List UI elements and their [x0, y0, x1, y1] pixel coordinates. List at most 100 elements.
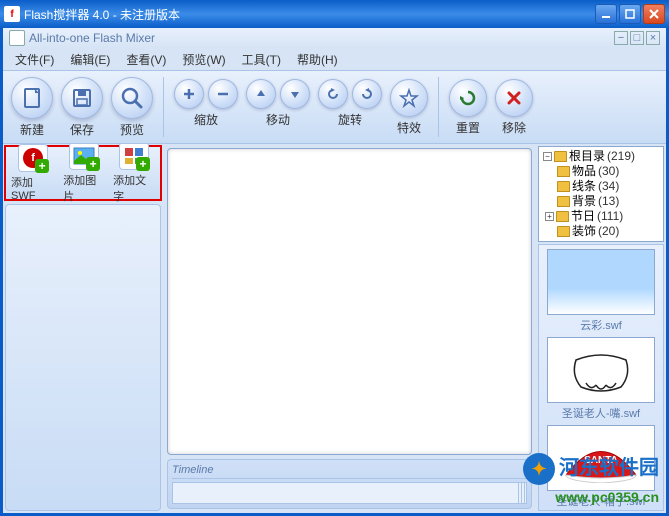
- menu-bar: 文件(F) 编辑(E) 查看(V) 预览(W) 工具(T) 帮助(H): [3, 48, 666, 70]
- menu-tools[interactable]: 工具(T): [236, 49, 287, 70]
- thumbnail-item[interactable]: SANTA 圣诞老人-帽子.swf: [545, 425, 657, 509]
- rotate-label: 旋转: [338, 111, 362, 128]
- move-group: 移动: [244, 77, 312, 138]
- thumbnail-item[interactable]: 圣诞老人-嘴.swf: [545, 337, 657, 421]
- minimize-button[interactable]: [595, 4, 617, 24]
- menu-preview[interactable]: 预览(W): [176, 49, 231, 70]
- rotate-ccw-button[interactable]: [318, 79, 348, 109]
- minus-icon: [216, 87, 230, 101]
- new-button[interactable]: 新建: [9, 75, 55, 140]
- thumbnail-caption: 圣诞老人-嘴.swf: [562, 405, 640, 421]
- delete-label: 移除: [502, 119, 526, 136]
- magnifier-icon: [120, 86, 144, 110]
- move-down-button[interactable]: [280, 79, 310, 109]
- tree-node-label: 装饰: [572, 224, 596, 239]
- zoom-group: 缩放: [172, 77, 240, 138]
- rotate-ccw-icon: [326, 87, 340, 101]
- menu-view[interactable]: 查看(V): [120, 49, 172, 70]
- inner-minimize-button[interactable]: −: [614, 31, 628, 45]
- menu-file[interactable]: 文件(F): [9, 49, 60, 70]
- effect-button[interactable]: 特效: [388, 77, 430, 138]
- menu-help[interactable]: 帮助(H): [291, 49, 344, 70]
- add-toolbar: f+ 添加SWF + 添加图片 + 添加文字: [4, 145, 162, 201]
- menu-edit[interactable]: 编辑(E): [64, 49, 116, 70]
- inner-maximize-button[interactable]: □: [630, 31, 644, 45]
- tree-node-label: 线条: [572, 179, 596, 194]
- save-button[interactable]: 保存: [59, 75, 105, 140]
- thumbnail-caption: 云彩.swf: [580, 317, 622, 333]
- tree-node-label: 背景: [572, 194, 596, 209]
- tree-node-label: 物品: [572, 164, 596, 179]
- tree-node-decoration[interactable]: 装饰(20): [541, 224, 661, 239]
- toolbar-separator: [163, 77, 164, 137]
- arrow-up-icon: [255, 88, 267, 100]
- tree-node-holiday[interactable]: + 节日(111): [541, 209, 661, 224]
- zoom-in-button[interactable]: [174, 79, 204, 109]
- window-title: Flash搅拌器 4.0 - 未注册版本: [24, 6, 595, 23]
- thumbnail-item[interactable]: 云彩.swf: [545, 249, 657, 333]
- tree-node-count: (111): [597, 209, 623, 224]
- arrow-down-icon: [289, 88, 301, 100]
- preview-label: 预览: [120, 121, 144, 138]
- tree-node-count: (219): [607, 149, 635, 164]
- preview-button[interactable]: 预览: [109, 75, 155, 140]
- effect-label: 特效: [397, 119, 421, 136]
- folder-icon: [557, 181, 570, 192]
- collapse-icon[interactable]: −: [543, 152, 552, 161]
- folder-icon: [556, 211, 569, 222]
- delete-button[interactable]: 移除: [493, 77, 535, 138]
- tree-node-label: 根目录: [569, 149, 605, 164]
- category-tree[interactable]: − 根目录(219) 物品(30) 线条(34) 背景(13) +: [538, 146, 664, 242]
- toolbar-separator-2: [438, 77, 439, 137]
- inner-close-button[interactable]: ×: [646, 31, 660, 45]
- new-label: 新建: [20, 121, 44, 138]
- tree-node-count: (34): [598, 179, 619, 194]
- canvas-area[interactable]: [167, 148, 532, 455]
- thumbnail-list[interactable]: 云彩.swf 圣诞老人-嘴.swf SANTA 圣诞老人-帽子.swf: [538, 244, 664, 511]
- plus-icon: [182, 87, 196, 101]
- expand-icon[interactable]: +: [545, 212, 554, 221]
- app-title-text: All-into-one Flash Mixer: [29, 31, 155, 45]
- tree-root-node[interactable]: − 根目录(219): [541, 149, 661, 164]
- timeline-panel: Timeline: [167, 459, 532, 509]
- reset-icon: [459, 89, 477, 107]
- zoom-out-button[interactable]: [208, 79, 238, 109]
- add-text-button[interactable]: + 添加文字: [110, 144, 158, 206]
- star-icon: [399, 88, 419, 108]
- add-swf-button[interactable]: f+ 添加SWF: [8, 144, 58, 204]
- app-icon: f: [4, 6, 20, 22]
- reset-label: 重置: [456, 119, 480, 136]
- folder-icon: [557, 166, 570, 177]
- tree-node-items[interactable]: 物品(30): [541, 164, 661, 179]
- move-up-button[interactable]: [246, 79, 276, 109]
- rotate-cw-button[interactable]: [352, 79, 382, 109]
- rotate-group: 旋转: [316, 77, 384, 138]
- left-item-list[interactable]: [5, 204, 161, 511]
- reset-button[interactable]: 重置: [447, 77, 489, 138]
- move-label: 移动: [266, 111, 290, 128]
- save-label: 保存: [70, 121, 94, 138]
- timeline-track[interactable]: [172, 482, 527, 504]
- add-image-button[interactable]: + 添加图片: [60, 144, 108, 206]
- timeline-label: Timeline: [172, 464, 527, 479]
- add-image-label: 添加图片: [63, 172, 105, 204]
- timeline-grip-icon[interactable]: [518, 483, 526, 503]
- add-text-label: 添加文字: [113, 172, 155, 204]
- app-title-bar: All-into-one Flash Mixer − □ ×: [3, 28, 666, 48]
- close-button[interactable]: [643, 4, 665, 24]
- folder-icon: [554, 151, 567, 162]
- thumbnail-image: SANTA: [547, 425, 655, 491]
- tree-node-background[interactable]: 背景(13): [541, 194, 661, 209]
- new-file-icon: [21, 87, 43, 109]
- zoom-label: 缩放: [194, 111, 218, 128]
- tree-node-label: 节日: [571, 209, 595, 224]
- thumbnail-image: [547, 337, 655, 403]
- tree-node-count: (20): [598, 224, 619, 239]
- maximize-button[interactable]: [619, 4, 641, 24]
- tree-node-lines[interactable]: 线条(34): [541, 179, 661, 194]
- svg-text:SANTA: SANTA: [584, 455, 618, 466]
- folder-icon: [557, 196, 570, 207]
- save-icon: [71, 87, 93, 109]
- thumbnail-caption: 圣诞老人-帽子.swf: [556, 493, 645, 509]
- app-small-icon: [9, 30, 25, 46]
